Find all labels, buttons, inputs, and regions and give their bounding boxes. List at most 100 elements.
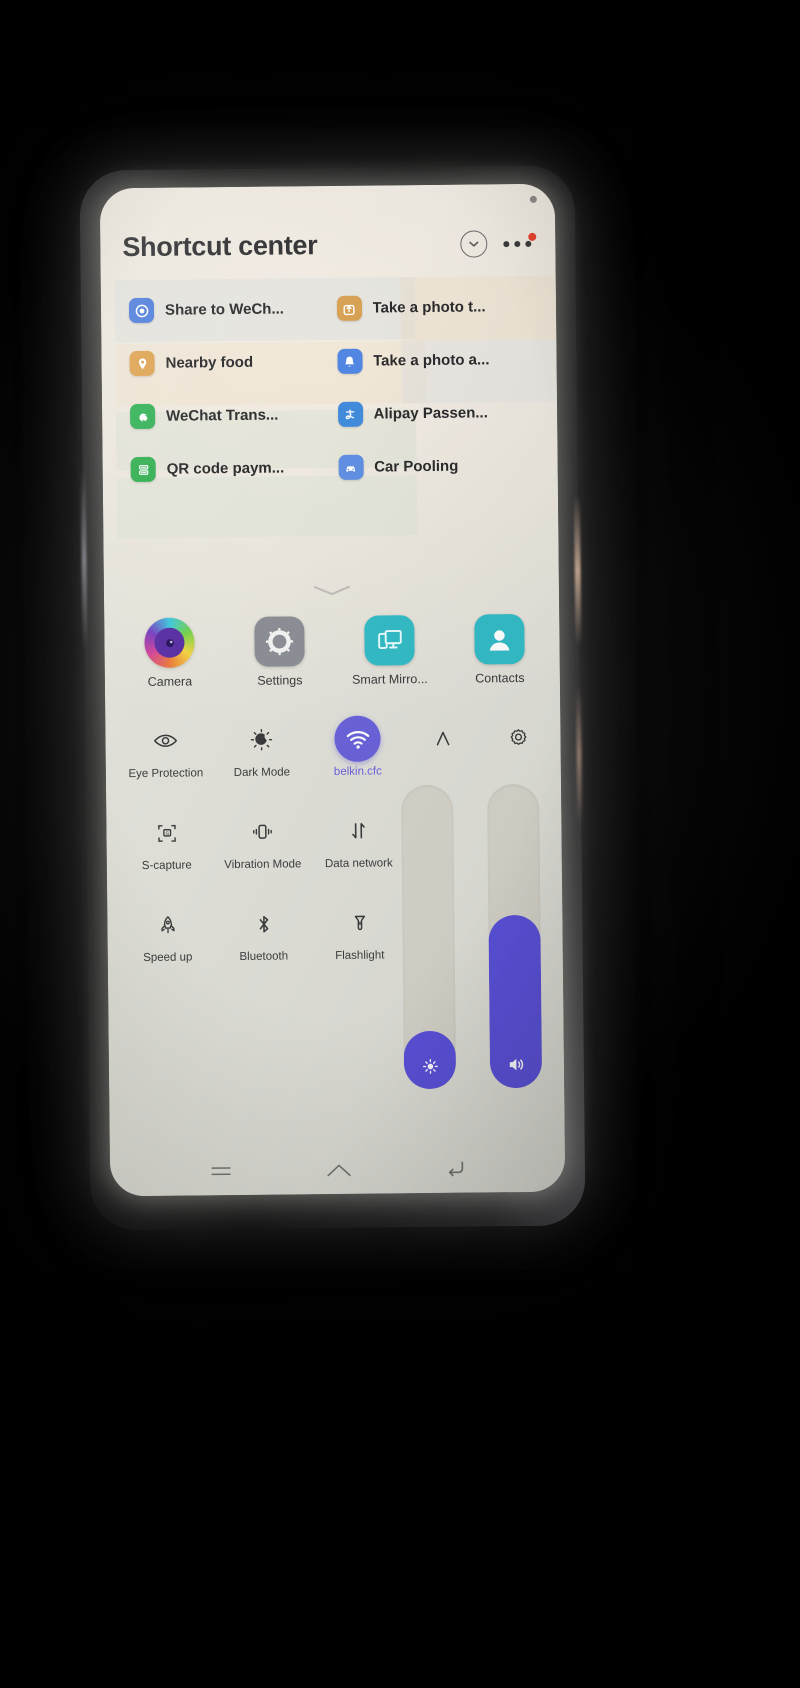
shortcut-center-header: Shortcut center (100, 228, 555, 264)
vibration-icon (239, 809, 285, 855)
toggle-s-capture[interactable]: S S-capture (118, 809, 215, 902)
car-icon (338, 454, 364, 480)
shortcut-label: Car Pooling (374, 457, 459, 476)
phone-screen: Shortcut center Share to WeCh... Take a … (99, 183, 566, 1197)
app-label: Contacts (475, 670, 525, 686)
screen-cast-icon (364, 615, 415, 666)
chevron-down-circle-icon (460, 230, 488, 258)
toggle-settings-shortcut[interactable] (480, 714, 555, 761)
eye-icon (142, 718, 188, 764)
home-icon[interactable] (324, 1161, 352, 1179)
camera-notch-dot (529, 195, 537, 203)
shortcut-car-pooling[interactable]: Car Pooling (330, 439, 538, 494)
toggle-vibration-mode[interactable]: Vibration Mode (214, 808, 311, 901)
location-pin-icon (129, 350, 155, 377)
shortcut-label: Share to WeCh... (164, 300, 285, 319)
app-label: Camera (147, 674, 193, 689)
page-title: Shortcut center (122, 230, 318, 263)
sliders-group (401, 783, 554, 1116)
system-navigation-bar (110, 1158, 565, 1183)
shortcut-label: Take a photo a... (372, 351, 490, 370)
shortcut-alipay-passenger[interactable]: Alipay Passen... (329, 386, 537, 441)
app-camera[interactable]: Camera (121, 617, 218, 689)
screenshot-icon: S (143, 810, 189, 856)
shortcut-label: Nearby food (165, 353, 254, 372)
app-label: Settings (257, 673, 303, 688)
qr-code-icon (130, 456, 156, 483)
toggle-row: Eye Protection Dark Mode belkin.cfc (117, 715, 408, 810)
flashlight-icon (336, 899, 382, 945)
wechat-transfer-icon (129, 403, 156, 430)
toggle-flashlight[interactable]: Flashlight (311, 899, 408, 980)
toggle-data-network[interactable]: Data network (310, 807, 407, 900)
quick-toggles-grid: Eye Protection Dark Mode belkin.cfc S S-… (117, 715, 410, 982)
shortcut-nearby-food[interactable]: Nearby food (121, 335, 329, 390)
chevron-down-handle-icon[interactable] (311, 584, 351, 602)
alipay-icon (337, 401, 363, 427)
toggle-label: Dark Mode (233, 766, 291, 780)
data-transfer-icon (335, 807, 381, 853)
app-label: Smart Mirro... (351, 672, 428, 687)
shortcut-share-to-wechat[interactable]: Share to WeCh... (121, 282, 329, 337)
toggle-dark-mode[interactable]: Dark Mode (213, 716, 310, 809)
volume-slider[interactable] (486, 783, 543, 1089)
brightness-slider[interactable] (401, 784, 457, 1090)
wifi-ssid-label: belkin.cfc (333, 765, 382, 778)
recents-menu-icon[interactable] (207, 1163, 233, 1179)
toggle-label: Bluetooth (239, 950, 289, 963)
phone-edge-highlight-left (80, 470, 88, 651)
more-options-button[interactable] (501, 232, 537, 250)
bell-icon (336, 348, 363, 374)
shortcut-take-a-photo-t[interactable]: Take a photo t... (328, 280, 536, 335)
toggle-font-size[interactable] (405, 714, 480, 761)
app-contacts[interactable]: Contacts (451, 613, 548, 686)
shortcut-qr-code-payment[interactable]: QR code paym... (122, 441, 330, 496)
phone-edge-highlight-2 (575, 685, 583, 826)
volume-icon (509, 1058, 523, 1071)
shortcut-label: Alipay Passen... (373, 404, 488, 423)
brightness-icon (422, 1058, 438, 1075)
back-icon[interactable] (443, 1159, 467, 1179)
toggle-row: S S-capture Vibration Mode Data network (118, 807, 409, 902)
toggle-label: Speed up (143, 951, 193, 964)
bluetooth-icon (240, 900, 286, 946)
camera-aperture-icon (128, 297, 155, 324)
upload-box-icon (336, 295, 362, 321)
toggle-row: Speed up Bluetooth Flashlight (119, 899, 410, 982)
more-options-icon (501, 232, 537, 250)
shortcut-wechat-transfer[interactable]: WeChat Trans... (122, 388, 330, 443)
collapse-button[interactable] (460, 230, 488, 258)
font-size-a-icon (420, 715, 466, 761)
toggle-label: Data network (324, 857, 393, 871)
shortcut-label: Take a photo t... (372, 298, 486, 317)
app-shortcuts-row: Camera Settings Smart Mirro... Contacts (114, 613, 555, 690)
toggle-label: S-capture (141, 859, 192, 873)
volume-slider-fill (488, 914, 543, 1089)
shortcut-label: WeChat Trans... (166, 406, 279, 425)
shortcut-grid: Share to WeCh... Take a photo t... Nearb… (121, 280, 538, 496)
phone-edge-highlight (573, 495, 582, 646)
wifi-icon (334, 715, 381, 762)
toggle-eye-protection[interactable]: Eye Protection (117, 717, 214, 810)
moon-brightness-icon (238, 717, 284, 763)
toggle-label: Eye Protection (128, 767, 204, 781)
gear-app-icon (254, 616, 305, 667)
toggle-label: Flashlight (335, 949, 385, 962)
brightness-slider-fill (403, 1030, 457, 1090)
toggle-bluetooth[interactable]: Bluetooth (215, 900, 312, 981)
settings-gear-icon (495, 714, 541, 760)
toggle-label: Vibration Mode (224, 858, 302, 872)
svg-text:S: S (165, 831, 169, 837)
camera-app-icon (144, 617, 195, 668)
rocket-icon (144, 902, 190, 948)
toggle-wifi[interactable]: belkin.cfc (309, 715, 406, 808)
app-smart-mirroring[interactable]: Smart Mirro... (341, 615, 438, 687)
quick-toggles-right (405, 714, 555, 762)
notification-badge (528, 232, 537, 241)
shortcut-label: QR code paym... (166, 459, 285, 478)
app-settings[interactable]: Settings (231, 616, 328, 688)
toggle-speed-up[interactable]: Speed up (119, 901, 216, 982)
shortcut-take-a-photo-a[interactable]: Take a photo a... (329, 333, 537, 388)
photo-background: Shortcut center Share to WeCh... Take a … (0, 0, 800, 1688)
contacts-icon (474, 613, 525, 665)
